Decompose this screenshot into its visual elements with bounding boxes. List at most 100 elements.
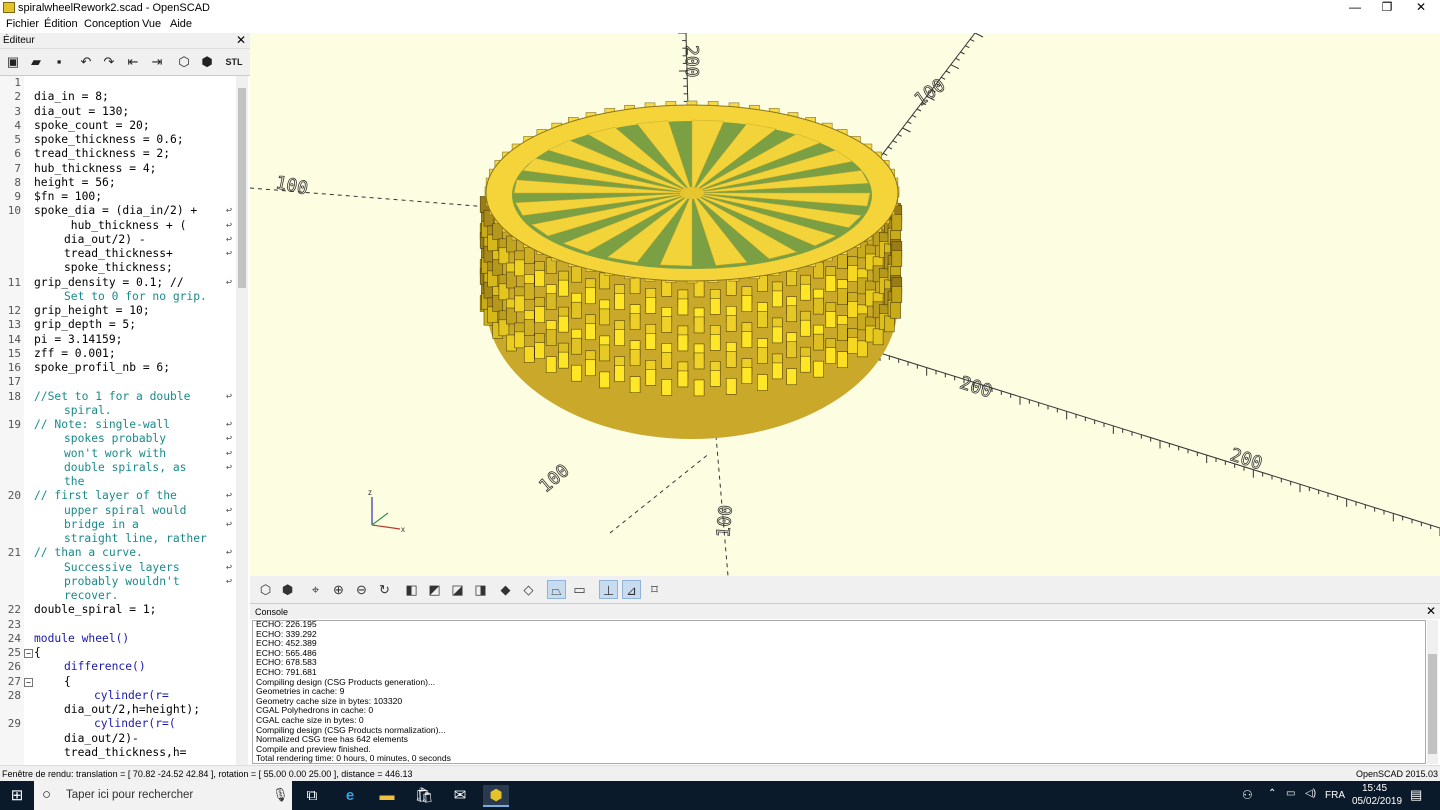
- view-bottom-icon[interactable]: ◪: [448, 580, 467, 599]
- language-indicator[interactable]: FRA: [1325, 790, 1345, 801]
- menu-edition[interactable]: Édition: [44, 18, 78, 30]
- render-icon[interactable]: ⬢: [198, 53, 216, 71]
- undo-icon[interactable]: ↶: [77, 53, 95, 71]
- line-number: 15: [7, 346, 21, 360]
- close-console-button[interactable]: ✕: [1426, 604, 1436, 618]
- tread-block: [757, 311, 768, 328]
- line-number: 29: [7, 717, 21, 731]
- view-all-icon[interactable]: ⌖: [306, 580, 325, 599]
- mail-icon[interactable]: ✉: [447, 785, 473, 807]
- show-axes-icon[interactable]: ⊥: [599, 580, 618, 599]
- code-line: pi = 3.14159;: [34, 332, 123, 346]
- tread-block: [661, 280, 673, 297]
- render-icon[interactable]: ⬢: [278, 580, 297, 599]
- orthogonal-icon[interactable]: ▭: [570, 580, 589, 599]
- console-scroll-thumb[interactable]: [1428, 654, 1437, 754]
- stl-export-icon[interactable]: STL: [225, 53, 243, 71]
- people-icon[interactable]: ⚇: [1242, 788, 1253, 802]
- tread-block: [545, 356, 557, 373]
- menu-conception[interactable]: Conception: [84, 18, 140, 30]
- unindent-icon[interactable]: ⇤: [124, 53, 142, 71]
- show-scale-icon[interactable]: ⊿: [622, 580, 641, 599]
- line-number: 4: [14, 118, 21, 132]
- view-top-icon[interactable]: ◩: [425, 580, 444, 599]
- indent-icon[interactable]: ⇥: [148, 53, 166, 71]
- code-line: double_spiral = 1;: [34, 603, 157, 617]
- microphone-icon[interactable]: 🎙: [272, 787, 289, 803]
- fold-toggle-icon[interactable]: −: [24, 649, 33, 658]
- store-icon[interactable]: 🛍: [411, 785, 437, 807]
- task-view-icon[interactable]: ⧉: [299, 785, 325, 807]
- view-back-icon[interactable]: ◇: [519, 580, 538, 599]
- redo-icon[interactable]: ↷: [100, 53, 118, 71]
- new-icon[interactable]: ▣: [4, 53, 22, 71]
- menu-aide[interactable]: Aide: [170, 18, 192, 30]
- editor-scrollbar[interactable]: [236, 76, 248, 765]
- code-editor[interactable]: 1 2 3 4 5 6 7 8 9 10 11 12 13 14 15 16 17 18 19 20 21 22 23 24 2…: [0, 75, 250, 765]
- save-icon[interactable]: ▪: [50, 53, 68, 71]
- clock-date[interactable]: 05/02/2019: [1352, 796, 1402, 807]
- axis-y-negative: [609, 452, 711, 534]
- gizmo-z-label: z: [368, 488, 372, 497]
- axis-tick: [902, 127, 911, 133]
- windows-start-icon[interactable]: ⊞: [4, 785, 30, 807]
- tread-block: [558, 351, 569, 369]
- code-line: spoke_count = 20;: [34, 118, 150, 132]
- file-explorer-icon[interactable]: ▬: [374, 785, 400, 807]
- preview-icon[interactable]: ⬡: [175, 53, 193, 71]
- tread-block: [771, 326, 783, 344]
- show-edges-icon[interactable]: ⌑: [645, 580, 664, 599]
- reset-view-icon[interactable]: ↻: [375, 580, 394, 599]
- tread-block: [571, 301, 582, 319]
- tread-block: [534, 342, 545, 359]
- tread-block: [847, 337, 859, 354]
- line-wrap-icon: ↩: [226, 276, 233, 288]
- console-scrollbar[interactable]: [1427, 620, 1438, 764]
- zoom-out-icon[interactable]: ⊖: [352, 580, 371, 599]
- editor-scroll-thumb[interactable]: [238, 88, 246, 288]
- network-icon[interactable]: ▭: [1286, 788, 1295, 799]
- 3d-viewport[interactable]: 200 100 100 200 200 100 100 x z: [250, 33, 1440, 576]
- openscad-taskbar-icon[interactable]: ⬢: [483, 785, 509, 807]
- code-line: straight line, rather: [64, 532, 207, 545]
- view-right-icon[interactable]: ◧: [402, 580, 421, 599]
- chevron-up-icon[interactable]: ⌃: [1268, 788, 1276, 799]
- taskbar-search[interactable]: ○ Taper ici pour rechercher 🎙: [34, 781, 292, 810]
- clock-time[interactable]: 15:45: [1362, 783, 1387, 794]
- maximize-button[interactable]: ❐: [1370, 0, 1404, 16]
- tread-block: [545, 329, 557, 346]
- close-window-button[interactable]: ✕: [1404, 0, 1438, 16]
- notifications-icon[interactable]: ▤: [1410, 787, 1422, 803]
- line-wrap-icon: ↩: [226, 547, 233, 559]
- tread-block: [709, 334, 721, 351]
- line-wrap-icon: ↩: [226, 504, 233, 516]
- tread-block: [757, 347, 768, 364]
- edge-browser-icon[interactable]: e: [337, 785, 363, 807]
- tread-block: [571, 337, 582, 355]
- axis-tick: [955, 57, 960, 61]
- minimize-button[interactable]: —: [1338, 0, 1372, 16]
- line-wrap-icon: ↩: [226, 433, 233, 445]
- code-line: tread_thickness = 2;: [34, 147, 171, 161]
- view-left-icon[interactable]: ◨: [471, 580, 490, 599]
- axis-tick: [916, 108, 922, 112]
- code-line: won't work with: [64, 446, 167, 460]
- editor-toolbar: ▣ ▰ ▪ ↶ ↷ ⇤ ⇥ ⬡ ⬢ STL: [0, 49, 250, 75]
- zoom-in-icon[interactable]: ⊕: [329, 580, 348, 599]
- menu-vue[interactable]: Vue: [142, 18, 161, 30]
- menu-fichier[interactable]: Fichier: [6, 18, 39, 30]
- tread-block: [545, 293, 557, 310]
- close-editor-button[interactable]: ✕: [236, 33, 246, 47]
- tread-block: [534, 270, 545, 287]
- tread-block: [786, 269, 797, 287]
- tread-block: [786, 341, 797, 359]
- viewport-status: Fenêtre de rendu: translation = [ 70.82 …: [2, 769, 413, 779]
- fold-toggle-icon[interactable]: −: [24, 677, 33, 687]
- view-front-icon[interactable]: ◆: [496, 580, 515, 599]
- open-icon[interactable]: ▰: [27, 53, 45, 71]
- code-line: spokes probably: [64, 432, 167, 446]
- preview-icon[interactable]: ⬡: [256, 580, 275, 599]
- tread-block: [709, 370, 721, 387]
- perspective-icon[interactable]: ⏢: [547, 580, 566, 599]
- volume-icon[interactable]: ◁): [1305, 788, 1316, 799]
